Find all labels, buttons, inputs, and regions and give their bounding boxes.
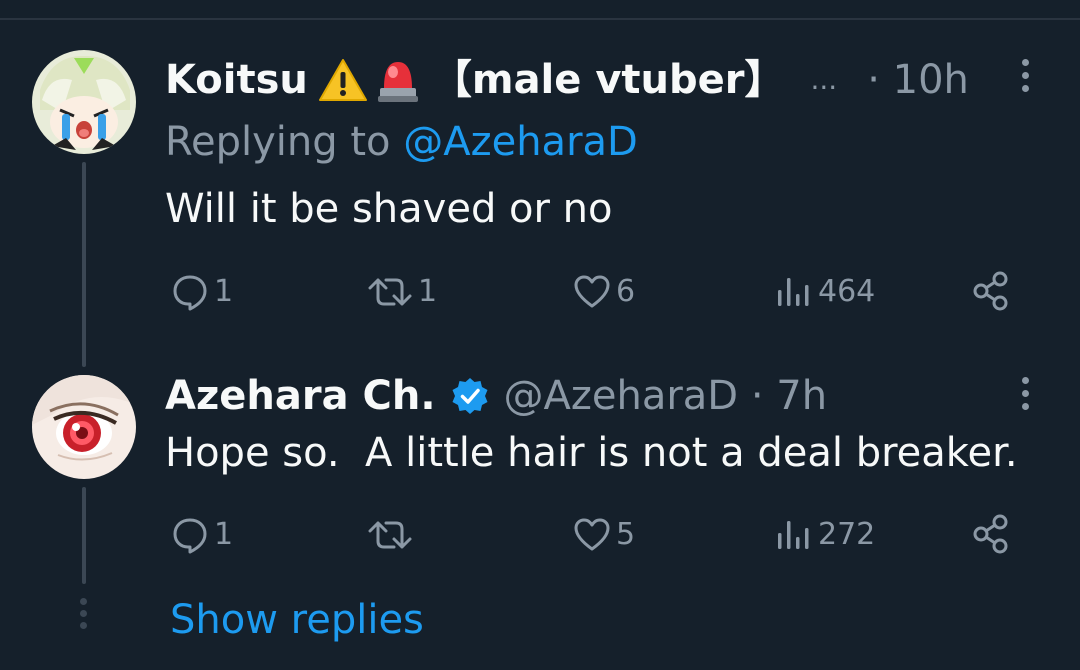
repost-button[interactable] [366,515,414,555]
avatar[interactable] [32,50,136,154]
like-button[interactable]: 5 [572,515,635,555]
thread-line [82,162,86,367]
reply-icon [173,275,207,311]
warning-icon [318,58,368,102]
reply-button[interactable]: 1 [170,515,233,555]
thread-line [82,487,86,584]
repost-icon [368,521,412,549]
handle-and-time[interactable]: @AzeharaD · 7h [504,372,828,420]
tweet-header: Azehara Ch. @AzeharaD · 7h [165,372,827,420]
views-button[interactable]: 464 [774,272,875,312]
tweet-header: Koitsu 【male vtuber】 ... · 10h [165,56,969,104]
name-suffix: 【male vtuber】 [431,57,785,103]
tweet-text: Will it be shaved or no [165,186,613,232]
show-replies-link[interactable]: Show replies [170,596,424,644]
display-name[interactable]: Azehara Ch. [165,372,436,420]
name-ellipsis: ... [810,63,838,96]
top-divider [0,18,1080,20]
reply-button[interactable]: 1 [170,272,233,312]
repost-icon [368,278,412,306]
tweet-text: Hope so. A little hair is not a deal bre… [165,430,1018,476]
view-count: 272 [818,517,876,552]
repost-count: 1 [418,274,438,309]
mention-link[interactable]: @AzeharaD [403,119,638,165]
more-options-icon[interactable] [1010,55,1040,95]
replying-to-label: Replying to [165,119,404,165]
share-button[interactable] [970,270,1012,312]
like-count: 5 [616,517,636,552]
heart-icon [574,275,610,308]
timestamp[interactable]: · 10h [867,56,969,104]
views-icon [778,278,809,306]
reply-count: 1 [214,274,234,309]
thread-more-dots-icon [80,598,87,629]
more-options-icon[interactable] [1010,373,1040,413]
share-icon [973,514,1008,554]
like-count: 6 [616,274,636,309]
siren-icon [376,56,420,104]
view-count: 464 [818,274,876,309]
reply-count: 1 [214,517,234,552]
like-button[interactable]: 6 [572,272,635,312]
verified-badge-icon [450,376,490,416]
reply-icon [173,518,207,554]
share-button[interactable] [970,513,1012,555]
repost-button[interactable]: 1 [366,272,437,312]
views-icon [778,521,809,549]
avatar[interactable] [32,375,136,479]
views-button[interactable]: 272 [774,515,875,555]
replying-to: Replying to @AzeharaD [165,118,638,166]
heart-icon [574,518,610,551]
share-icon [973,271,1008,311]
display-name[interactable]: Koitsu [165,56,308,104]
